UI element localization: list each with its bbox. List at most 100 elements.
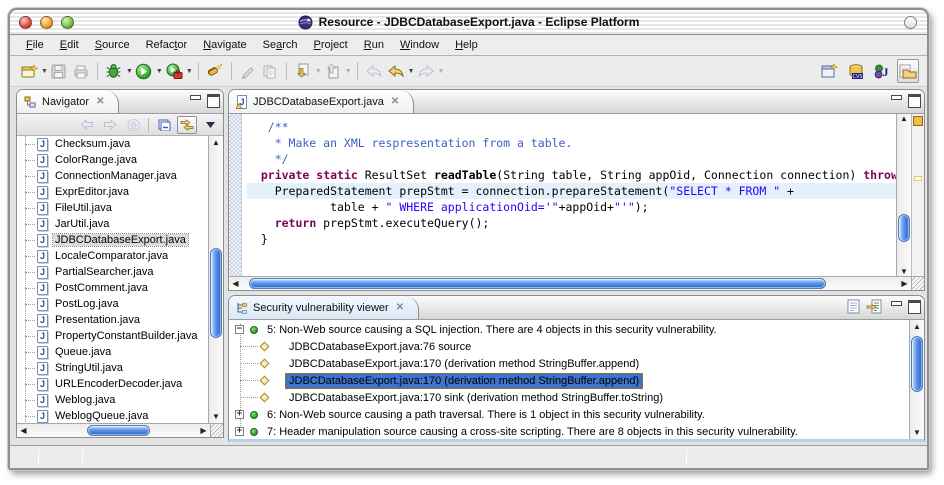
navigator-file-row[interactable]: JPartialSearcher.java — [17, 264, 223, 280]
navigator-hscroll-thumb[interactable] — [87, 425, 150, 436]
navigator-file-row[interactable]: JFileUtil.java — [17, 200, 223, 216]
navigator-file-row[interactable]: JColorRange.java — [17, 152, 223, 168]
menu-item-help[interactable]: Help — [447, 36, 486, 54]
debug-dropdown[interactable]: ▼ — [126, 68, 133, 75]
external-tools-button[interactable] — [163, 59, 185, 83]
save-button[interactable] — [48, 59, 70, 83]
security-vscroll-thumb[interactable] — [911, 336, 923, 392]
expand-icon[interactable]: + — [235, 410, 244, 419]
navigator-file-row[interactable]: JQueue.java — [17, 344, 223, 360]
navigator-horizontal-scrollbar[interactable]: ◀ ▶ — [17, 423, 223, 437]
code-line[interactable]: return prepStmt.executeQuery(); — [247, 215, 896, 231]
security-viewer-tab[interactable]: Security vulnerability viewer ✕ — [229, 296, 419, 319]
resource-perspective-button[interactable] — [897, 59, 919, 83]
scroll-up-icon[interactable]: ▲ — [910, 320, 924, 333]
view-menu-button[interactable] — [200, 116, 220, 134]
code-line[interactable]: /** — [247, 119, 896, 135]
next-annotation-button[interactable] — [292, 59, 314, 83]
scroll-left-icon[interactable]: ◀ — [17, 424, 30, 437]
debug-button[interactable] — [103, 59, 125, 83]
scroll-up-icon[interactable]: ▲ — [209, 136, 223, 149]
navigator-file-row[interactable]: JWeblogQueue.java — [17, 408, 223, 424]
scroll-down-icon[interactable]: ▼ — [897, 267, 911, 276]
navigator-file-row[interactable]: JPostLog.java — [17, 296, 223, 312]
code-line[interactable]: */ — [247, 151, 896, 167]
print-button[interactable] — [70, 59, 92, 83]
annotation-summary-marker[interactable] — [913, 116, 923, 126]
forward-dropdown[interactable]: ▼ — [438, 68, 445, 75]
menu-item-refactor[interactable]: Refactor — [138, 36, 196, 54]
cvs-perspective-button[interactable]: CVS — [845, 59, 867, 83]
last-edit-pencil-button[interactable] — [237, 59, 259, 83]
scroll-right-icon[interactable]: ▶ — [197, 424, 210, 437]
scroll-right-icon[interactable]: ▶ — [898, 277, 911, 290]
menu-item-window[interactable]: Window — [392, 36, 447, 54]
menu-item-source[interactable]: Source — [87, 36, 138, 54]
java-perspective-button[interactable]: J — [871, 59, 893, 83]
navigator-tab-close-icon[interactable]: ✕ — [96, 96, 104, 107]
title-bar[interactable]: Resource - JDBCDatabaseExport.java - Ecl… — [10, 10, 927, 35]
security-viewer-tab-close-icon[interactable]: ✕ — [396, 302, 404, 313]
collapse-icon[interactable]: − — [235, 325, 244, 334]
editor-resize-grip[interactable] — [911, 277, 924, 290]
code-line[interactable]: } — [247, 231, 896, 247]
menu-item-edit[interactable]: Edit — [52, 36, 87, 54]
toolbar-toggle-button[interactable] — [904, 16, 917, 29]
previous-annotation-button[interactable] — [322, 59, 344, 83]
scroll-down-icon[interactable]: ▼ — [910, 426, 924, 439]
scroll-up-icon[interactable]: ▲ — [897, 114, 911, 123]
code-line[interactable]: PreparedStatement prepStmt = connection.… — [247, 183, 896, 199]
menu-item-search[interactable]: Search — [255, 36, 306, 54]
new-wizard-button[interactable] — [18, 59, 40, 83]
search-button[interactable] — [204, 59, 226, 83]
navigator-file-row[interactable]: JPropertyConstantBuilder.java — [17, 328, 223, 344]
menu-item-run[interactable]: Run — [356, 36, 392, 54]
navigator-file-row[interactable]: JPostComment.java — [17, 280, 223, 296]
navigator-file-row[interactable]: JPresentation.java — [17, 312, 223, 328]
navigator-file-row[interactable]: JStringUtil.java — [17, 360, 223, 376]
scroll-down-icon[interactable]: ▼ — [209, 410, 223, 423]
editor-tab[interactable]: J JDBCDatabaseExport.java ✕ — [229, 90, 414, 113]
navigator-file-row[interactable]: JJarUtil.java — [17, 216, 223, 232]
menu-item-file[interactable]: File — [18, 36, 52, 54]
zoom-window-button[interactable] — [61, 16, 74, 29]
copy-button[interactable] — [259, 59, 281, 83]
run-button[interactable] — [133, 59, 155, 83]
report-button[interactable] — [847, 299, 860, 314]
goto-source-button[interactable] — [866, 299, 882, 314]
security-vertical-scrollbar[interactable]: ▲ ▼ — [909, 320, 924, 439]
external-tools-dropdown[interactable]: ▼ — [186, 68, 193, 75]
previous-annotation-dropdown[interactable]: ▼ — [345, 68, 352, 75]
editor-hscroll-thumb[interactable] — [249, 278, 826, 289]
navigator-file-row[interactable]: JLocaleComparator.java — [17, 248, 223, 264]
occurrence-marker[interactable] — [914, 176, 922, 181]
navigator-minimize-button[interactable] — [189, 94, 200, 104]
vulnerability-group-row[interactable]: +6: Non-Web source causing a path traver… — [229, 406, 909, 423]
security-minimize-button[interactable] — [890, 300, 901, 310]
navigator-file-row[interactable]: JChecksum.java — [17, 136, 223, 152]
navigator-file-row[interactable]: JConnectionManager.java — [17, 168, 223, 184]
nav-up-button[interactable] — [123, 116, 143, 134]
editor-overview-ruler[interactable] — [911, 114, 924, 276]
open-perspective-button[interactable] — [819, 59, 841, 83]
nav-forward-button[interactable] — [100, 116, 120, 134]
navigator-vertical-scrollbar[interactable]: ▲ ▼ — [208, 136, 223, 423]
navigator-vscroll-thumb[interactable] — [210, 248, 222, 338]
navigator-file-row[interactable]: JURLEncoderDecoder.java — [17, 376, 223, 392]
vulnerability-object-row[interactable]: JDBCDatabaseExport.java:76 source — [229, 338, 909, 355]
vulnerability-object-row[interactable]: JDBCDatabaseExport.java:170 (derivation … — [229, 372, 909, 389]
editor-maximize-button[interactable] — [908, 94, 919, 104]
next-annotation-dropdown[interactable]: ▼ — [315, 68, 322, 75]
back-button[interactable] — [385, 59, 407, 83]
new-wizard-dropdown[interactable]: ▼ — [41, 68, 48, 75]
code-line[interactable]: private static ResultSet readTable(Strin… — [247, 167, 896, 183]
back-dropdown[interactable]: ▼ — [408, 68, 415, 75]
expand-icon[interactable]: + — [235, 427, 244, 436]
security-maximize-button[interactable] — [908, 300, 919, 310]
editor-vscroll-thumb[interactable] — [898, 214, 910, 242]
menu-item-navigate[interactable]: Navigate — [195, 36, 254, 54]
vulnerability-object-row[interactable]: JDBCDatabaseExport.java:170 (derivation … — [229, 355, 909, 372]
nav-back-button[interactable] — [77, 116, 97, 134]
navigator-file-row[interactable]: JExprEditor.java — [17, 184, 223, 200]
collapse-all-button[interactable] — [154, 116, 174, 134]
